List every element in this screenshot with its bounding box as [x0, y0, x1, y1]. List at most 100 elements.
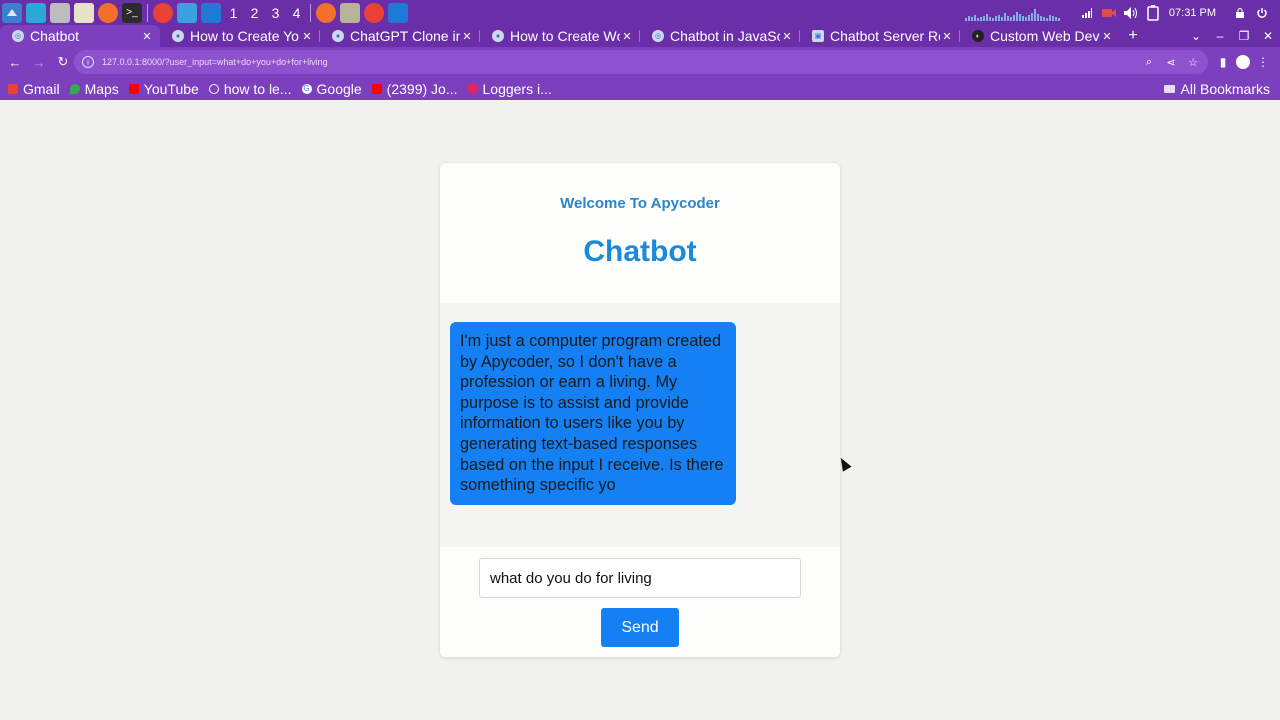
power-icon[interactable] — [1254, 5, 1270, 21]
chatbot-header: Welcome To Apycoder Chatbot — [440, 163, 840, 303]
tab-custom-web-dev[interactable]: ◐ Custom Web Dev ✕ — [960, 25, 1120, 47]
chatbot-card: Welcome To Apycoder Chatbot I'm just a c… — [440, 163, 840, 657]
archive-window-icon[interactable] — [340, 2, 360, 23]
url-text[interactable]: 127.0.0.1:8000/?user_input=what+do+you+d… — [102, 57, 1140, 67]
bookmark-google[interactable]: G Google — [301, 81, 362, 97]
bookmark-how-to-learn[interactable]: how to le... — [208, 80, 292, 97]
tab-strip: ◎ Chatbot ✕ ● How to Create Yo ✕ ● ChatG… — [0, 25, 1280, 47]
network-graph-bar — [985, 13, 988, 21]
firefox-icon[interactable] — [98, 2, 118, 23]
close-window-icon[interactable]: ✕ — [1256, 29, 1280, 43]
reload-icon[interactable]: ↻ — [52, 51, 74, 73]
tab-chatbot-server[interactable]: ▣ Chatbot Server Re ✕ — [800, 25, 960, 47]
vscode-window-icon[interactable] — [388, 2, 408, 23]
clock[interactable]: 07:31 PM — [1169, 7, 1216, 19]
chrome-window-icon[interactable] — [364, 2, 384, 23]
tab-title: How to Create Yo — [190, 28, 299, 44]
chat-history[interactable]: I'm just a computer program created by A… — [440, 303, 840, 547]
network-graph-icon — [964, 5, 1065, 21]
tab-how-to-create-2[interactable]: ● How to Create Wc ✕ — [480, 25, 640, 47]
back-icon[interactable]: ← — [4, 51, 26, 73]
tab-title: How to Create Wc — [510, 28, 620, 44]
tab-chatgpt-clone[interactable]: ● ChatGPT Clone in ✕ — [320, 25, 480, 47]
new-tab-button[interactable]: + — [1120, 25, 1146, 47]
bookmark-youtube[interactable]: YouTube — [128, 81, 199, 97]
chrome-icon[interactable] — [153, 2, 173, 23]
lock-icon[interactable] — [1232, 5, 1248, 21]
taskbar-separator — [147, 3, 148, 22]
shield-icon — [467, 83, 478, 94]
close-tab-icon[interactable]: ✕ — [460, 30, 474, 43]
start-menu-icon[interactable] — [2, 2, 22, 23]
network-graph-bar — [1054, 16, 1057, 21]
send-button[interactable]: Send — [601, 608, 679, 647]
bookmark-youtube-2399[interactable]: (2399) Jo... — [371, 81, 458, 97]
more-menu-icon[interactable]: ⋮ — [1254, 55, 1272, 69]
profile-avatar[interactable] — [1236, 55, 1250, 69]
address-bar[interactable]: i 127.0.0.1:8000/?user_input=what+do+you… — [74, 50, 1208, 74]
tab-how-to-create-1[interactable]: ● How to Create Yo ✕ — [160, 25, 320, 47]
network-graph-bar — [1051, 15, 1054, 21]
signal-icon[interactable] — [1079, 5, 1095, 21]
page-title: Chatbot — [583, 235, 697, 268]
share-icon[interactable]: ⋖ — [1162, 56, 1180, 69]
vscode-icon[interactable] — [201, 2, 221, 23]
workspace-1[interactable]: 1 — [223, 5, 244, 21]
close-tab-icon[interactable]: ✕ — [1100, 30, 1114, 43]
bookmark-maps[interactable]: Maps — [69, 80, 119, 97]
workspace-4[interactable]: 4 — [286, 5, 307, 21]
workspace-3[interactable]: 3 — [265, 5, 286, 21]
close-tab-icon[interactable]: ✕ — [620, 30, 634, 43]
site-info-icon[interactable]: i — [82, 56, 94, 68]
camera-icon[interactable] — [1101, 5, 1117, 21]
tab-chatbot[interactable]: ◎ Chatbot ✕ — [0, 25, 160, 47]
bookmark-star-icon[interactable]: ☆ — [1184, 56, 1202, 69]
workspace-2[interactable]: 2 — [244, 5, 265, 21]
site-favicon-icon: ● — [492, 30, 504, 42]
text-editor-icon[interactable] — [74, 2, 94, 23]
terminal-icon[interactable]: >_ — [122, 2, 142, 23]
bookmark-label: Maps — [84, 80, 119, 97]
file-manager-icon[interactable] — [50, 2, 70, 23]
site-favicon-icon: ◐ — [972, 30, 984, 42]
maps-icon — [69, 83, 80, 94]
zoom-icon[interactable]: ⌕ — [1140, 56, 1158, 69]
bookmark-loggers[interactable]: Loggers i... — [467, 81, 552, 97]
volume-icon[interactable] — [1123, 5, 1139, 21]
side-panel-icon[interactable]: ▮ — [1214, 55, 1232, 69]
network-graph-bar — [1021, 15, 1024, 21]
message-input-wrapper[interactable] — [479, 558, 801, 598]
tab-title: Chatbot in JavaSc — [670, 28, 780, 44]
tab-title: Chatbot — [30, 28, 80, 44]
tab-search-icon[interactable]: ⌄ — [1184, 29, 1208, 43]
notes-icon[interactable] — [177, 2, 197, 23]
network-graph-bar — [1003, 12, 1006, 21]
bot-message: I'm just a computer program created by A… — [450, 322, 736, 505]
bookmark-gmail[interactable]: Gmail — [8, 81, 60, 97]
message-input[interactable] — [490, 569, 790, 587]
globe-icon: ◎ — [652, 30, 664, 42]
close-tab-icon[interactable]: ✕ — [940, 30, 954, 43]
all-bookmarks-button[interactable]: All Bookmarks — [1163, 77, 1270, 100]
network-graph-bar — [973, 14, 976, 21]
site-favicon-icon: ▣ — [812, 30, 824, 42]
welcome-heading: Welcome To Apycoder — [560, 195, 720, 212]
close-tab-icon[interactable]: ✕ — [140, 30, 154, 43]
forward-icon[interactable]: → — [28, 51, 50, 73]
restore-icon[interactable]: ❐ — [1232, 29, 1256, 43]
bookmark-label: how to le... — [223, 80, 292, 97]
minimize-icon[interactable]: – — [1208, 29, 1232, 43]
tab-chatbot-javascript[interactable]: ◎ Chatbot in JavaSc ✕ — [640, 25, 800, 47]
network-graph-bar — [979, 16, 982, 21]
google-icon: G — [301, 83, 312, 94]
close-tab-icon[interactable]: ✕ — [780, 30, 794, 43]
network-graph-bar — [1018, 13, 1021, 21]
firefox-window-icon[interactable] — [316, 2, 336, 23]
close-tab-icon[interactable]: ✕ — [300, 30, 314, 43]
all-bookmarks-label: All Bookmarks — [1180, 80, 1270, 97]
network-graph-bar — [1045, 17, 1048, 21]
show-desktop-icon[interactable] — [26, 2, 46, 23]
battery-icon[interactable] — [1145, 4, 1161, 21]
network-graph-bar — [976, 17, 979, 21]
network-graph-bar — [1033, 8, 1036, 21]
